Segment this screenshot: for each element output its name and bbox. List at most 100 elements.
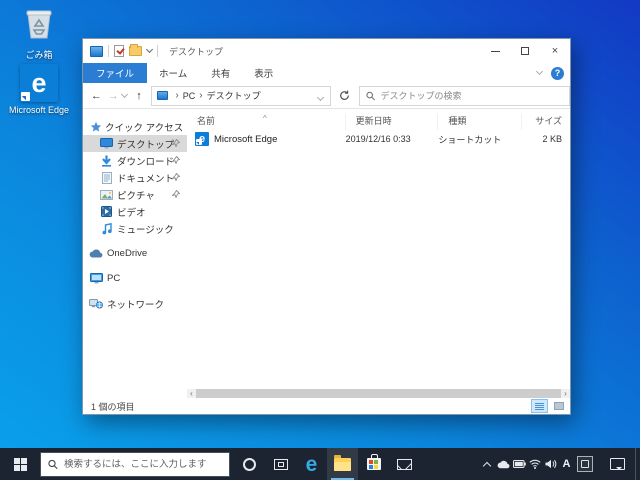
edge-file-icon: e: [195, 132, 209, 146]
properties-icon[interactable]: [114, 45, 124, 57]
file-list: ^ 名前 更新日時 種類 サイズ e Microsoft Edge 2019/1…: [187, 109, 570, 389]
sidebar-item-desktop[interactable]: デスクトップ: [83, 135, 187, 152]
close-button[interactable]: ×: [540, 39, 570, 63]
taskbar-store-button[interactable]: [358, 448, 389, 480]
battery-icon[interactable]: [512, 460, 526, 468]
column-header-name[interactable]: ^ 名前: [187, 114, 346, 130]
pin-icon: [172, 173, 180, 181]
tab-home[interactable]: ホーム: [147, 63, 199, 83]
recycle-bin-icon: [24, 8, 54, 45]
action-center-icon[interactable]: [610, 458, 625, 470]
quick-access-toolbar: デスクトップ: [83, 44, 224, 58]
new-folder-icon[interactable]: [129, 44, 142, 56]
breadcrumb-desktop[interactable]: デスクトップ: [207, 89, 261, 102]
sidebar-item-onedrive[interactable]: OneDrive: [83, 245, 187, 262]
breadcrumb-separator-icon: ›: [175, 90, 179, 101]
thumbnail-view-button[interactable]: [550, 399, 567, 413]
ime-mode-indicator[interactable]: A: [559, 458, 574, 470]
ime-icon[interactable]: [577, 456, 593, 472]
sidebar-item-quick-access[interactable]: クイック アクセス: [83, 118, 187, 135]
separator: [108, 45, 109, 57]
video-icon: [101, 206, 112, 217]
sidebar-item-pc[interactable]: PC: [83, 270, 187, 287]
show-desktop-button[interactable]: [635, 448, 640, 480]
sidebar-item-music[interactable]: ミュージック: [83, 220, 187, 237]
minimize-button[interactable]: [480, 39, 510, 63]
taskbar-explorer-button[interactable]: [327, 448, 358, 480]
help-button[interactable]: ?: [551, 66, 564, 80]
refresh-button[interactable]: [334, 86, 354, 106]
wifi-icon[interactable]: [529, 459, 542, 469]
breadcrumb[interactable]: › PC › デスクトップ: [151, 85, 332, 106]
task-view-button[interactable]: [265, 448, 296, 480]
sidebar-item-network[interactable]: ネットワーク: [83, 295, 187, 312]
onedrive-tray-icon[interactable]: [497, 460, 510, 469]
column-header-size[interactable]: サイズ: [522, 114, 570, 130]
file-modified: 2019/12/16 0:33: [345, 134, 411, 144]
column-header-modified[interactable]: 更新日時: [346, 114, 439, 130]
details-view-icon: [535, 402, 544, 410]
scrollbar-thumb[interactable]: [196, 389, 561, 398]
status-bar: 1 個の項目: [83, 398, 570, 414]
details-view-button[interactable]: [531, 399, 548, 413]
search-box[interactable]: [359, 85, 571, 106]
column-header-type[interactable]: 種類: [438, 114, 523, 130]
maximize-button[interactable]: [510, 39, 540, 63]
tab-file[interactable]: ファイル: [83, 63, 148, 83]
breadcrumb-pc[interactable]: PC: [183, 91, 196, 101]
pin-icon: [172, 139, 180, 147]
folder-icon: [334, 454, 351, 471]
window-title: デスクトップ: [169, 46, 224, 57]
file-row[interactable]: e Microsoft Edge 2019/12/16 0:33 ショートカット…: [187, 130, 570, 148]
recent-locations-chevron-icon[interactable]: [120, 90, 128, 99]
up-button[interactable]: ↑: [131, 90, 148, 102]
forward-button[interactable]: →: [105, 90, 122, 102]
horizontal-scrollbar[interactable]: ‹ ›: [187, 389, 570, 398]
ribbon-tab-bar: ファイル ホーム 共有 表示: [83, 63, 570, 83]
tab-view[interactable]: 表示: [242, 63, 285, 83]
chevron-up-icon: [482, 461, 492, 470]
sidebar-item-documents[interactable]: ドキュメント: [83, 169, 187, 186]
explorer-window: デスクトップ × ファイル ホーム 共有 表示 ? ← → ↑ › PC › デ…: [82, 38, 571, 415]
search-input[interactable]: [380, 90, 564, 101]
desktop-icon-recycle-bin[interactable]: ごみ箱: [12, 8, 66, 61]
store-icon: [366, 454, 381, 470]
edge-label: Microsoft Edge: [8, 105, 70, 115]
pin-icon: [172, 156, 180, 164]
refresh-icon: [340, 90, 349, 100]
taskbar-search-box[interactable]: [40, 451, 230, 477]
picture-icon: [100, 189, 113, 200]
desktop-location-icon: [157, 91, 169, 100]
taskbar-search-input[interactable]: [63, 458, 222, 470]
back-button[interactable]: ←: [88, 90, 105, 102]
tab-share[interactable]: 共有: [199, 63, 242, 83]
mail-icon: [397, 458, 412, 470]
desktop-icon-microsoft-edge[interactable]: e Microsoft Edge: [6, 64, 72, 115]
item-count: 1 個の項目: [91, 401, 135, 412]
title-bar[interactable]: デスクトップ ×: [83, 39, 570, 63]
maximize-icon: [521, 47, 529, 55]
navigation-pane: クイック アクセス デスクトップ ダウンロード ドキュメント ピクチャ ビデオ …: [83, 109, 187, 389]
windows-logo-icon: [13, 457, 27, 471]
start-button[interactable]: [0, 448, 40, 480]
music-note-icon: [102, 222, 112, 234]
taskbar-edge-button[interactable]: e: [296, 448, 327, 480]
help-icon: ?: [554, 68, 561, 78]
customize-qat-chevron-icon[interactable]: [145, 45, 154, 54]
sidebar-item-pictures[interactable]: ピクチャ: [83, 186, 187, 203]
shortcut-arrow-icon: [21, 92, 30, 101]
star-icon: [90, 121, 102, 132]
sidebar-item-videos[interactable]: ビデオ: [83, 203, 187, 220]
scroll-left-icon[interactable]: ‹: [187, 389, 196, 398]
scroll-right-icon[interactable]: ›: [561, 389, 570, 398]
volume-icon[interactable]: [545, 459, 558, 469]
address-dropdown-chevron-icon[interactable]: [317, 93, 325, 101]
show-hidden-icons-button[interactable]: [481, 460, 494, 470]
expand-ribbon-chevron-icon[interactable]: [535, 67, 544, 76]
column-headers: ^ 名前 更新日時 種類 サイズ: [187, 109, 570, 130]
sidebar-item-downloads[interactable]: ダウンロード: [83, 152, 187, 169]
close-icon: ×: [551, 45, 559, 57]
taskbar-mail-button[interactable]: [389, 448, 420, 480]
cortana-button[interactable]: [234, 448, 265, 480]
cloud-icon: [89, 249, 103, 258]
